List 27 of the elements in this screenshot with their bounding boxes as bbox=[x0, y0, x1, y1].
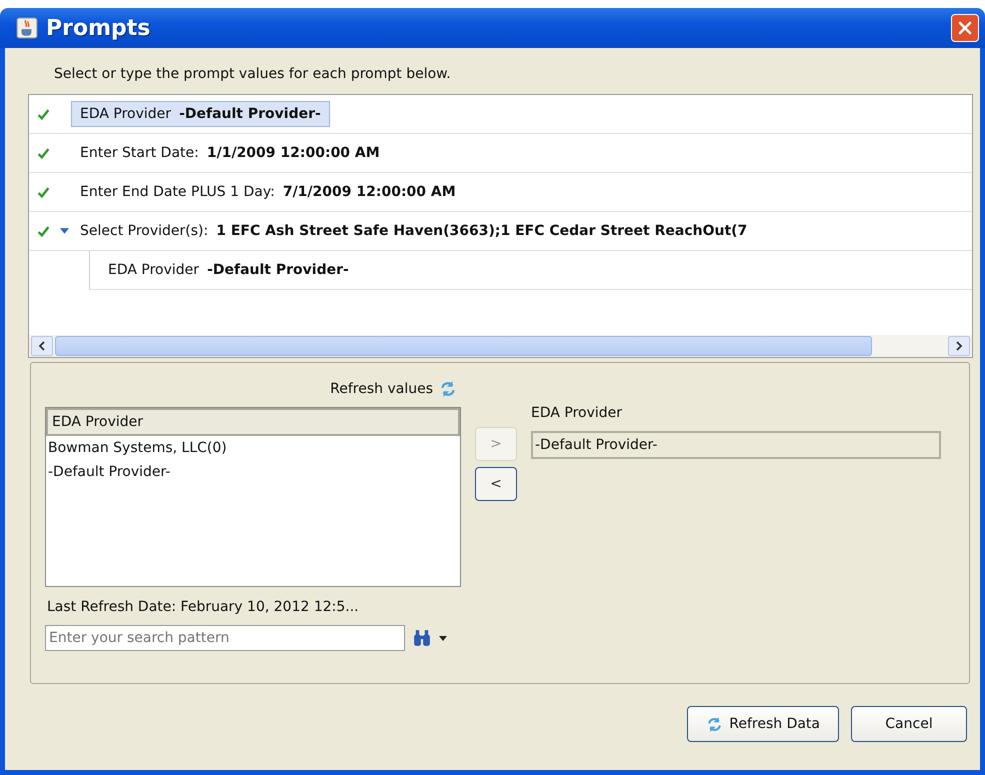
coffee-cup-icon bbox=[16, 17, 38, 39]
list-item[interactable]: Bowman Systems, LLC(0) bbox=[46, 436, 460, 460]
selected-values-label: EDA Provider bbox=[531, 405, 624, 421]
last-refresh-text: Last Refresh Date: February 10, 2012 12:5... bbox=[46, 598, 360, 617]
refresh-data-button[interactable]: Refresh Data bbox=[687, 706, 839, 742]
window-title: Prompts bbox=[46, 16, 150, 40]
prompt-item[interactable]: Enter End Date PLUS 1 Day: 7/1/2009 12:00:00 AM bbox=[71, 179, 465, 205]
close-button[interactable] bbox=[951, 14, 979, 42]
refresh-icon bbox=[706, 716, 724, 732]
close-icon bbox=[957, 20, 973, 36]
move-button[interactable]: < bbox=[475, 467, 517, 501]
selected-value[interactable]: -Default Provider- bbox=[531, 431, 941, 459]
binoculars-icon[interactable] bbox=[413, 629, 431, 647]
prompt-item[interactable]: Select Provider(s): 1 EFC Ash Street Safe Haven(3663);1 EFC Cedar Street ReachOut(7 bbox=[71, 218, 756, 244]
list-item[interactable]: -Default Provider- bbox=[46, 460, 460, 484]
instruction-text: Select or type the prompt values for each prompt below. bbox=[53, 65, 452, 84]
expanded-arrow-icon[interactable] bbox=[60, 228, 68, 234]
prompt-item[interactable]: Enter Start Date: 1/1/2009 12:00:00 AM bbox=[71, 140, 389, 166]
search-field[interactable]: Enter your search pattern bbox=[45, 625, 405, 651]
dropdown-caret-icon[interactable] bbox=[439, 636, 447, 640]
horizontal-scrollbar[interactable] bbox=[29, 335, 972, 357]
scroll-thumb[interactable] bbox=[55, 336, 872, 356]
refresh-values-label: Refresh values bbox=[330, 381, 433, 397]
prompt-item[interactable]: EDA Provider -Default Provider- bbox=[71, 101, 330, 127]
cancel-button[interactable]: Cancel bbox=[851, 706, 967, 742]
prompt-item[interactable]: EDA Provider -Default Provider- bbox=[99, 257, 358, 283]
list-header: EDA Provider bbox=[46, 408, 460, 436]
